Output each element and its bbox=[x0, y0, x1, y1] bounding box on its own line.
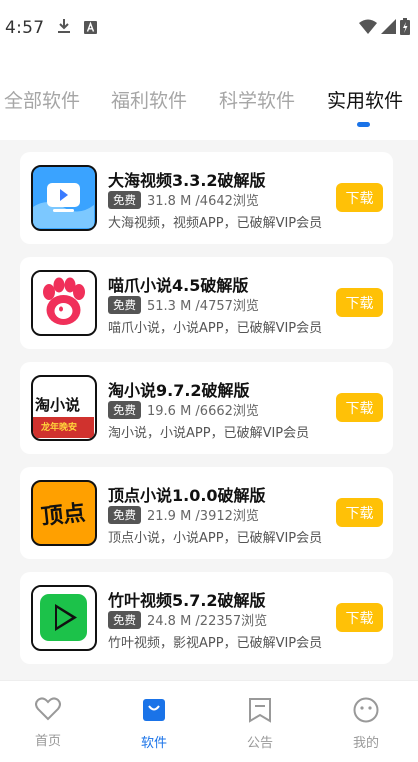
app-meta-row: 免费 31.8 M /4642浏览 bbox=[108, 190, 259, 209]
app-meta-row: 免费 24.8 M /22357浏览 bbox=[108, 610, 267, 629]
app-name: 喵爪小说4.5破解版 bbox=[108, 276, 249, 295]
icon-subtitle-text: 龙年晚安 bbox=[41, 423, 78, 433]
cat-paw-icon bbox=[31, 270, 97, 336]
category-tabs: 全部软件 福利软件 科学软件 实用软件 bbox=[0, 56, 418, 140]
status-time: 4:57 bbox=[5, 18, 45, 38]
app-description: 顶点小说，小说APP，已破解VIP会员 bbox=[108, 531, 323, 546]
nav-item-announcement[interactable]: 公告 bbox=[230, 697, 290, 751]
nav-item-home[interactable]: 首页 bbox=[18, 697, 78, 749]
app-name: 淘小说9.7.2破解版 bbox=[108, 381, 250, 400]
nav-label: 软件 bbox=[140, 736, 167, 751]
list-item[interactable]: 大海视频3.3.2破解版 免费 31.8 M /4642浏览 大海视频，视频AP… bbox=[20, 152, 393, 244]
nav-label: 我的 bbox=[352, 736, 379, 751]
list-item[interactable]: 顶点 顶点小说1.0.0破解版 免费 21.9 M /3912浏览 顶点小说，小… bbox=[20, 467, 393, 559]
download-button[interactable]: 下载 bbox=[336, 603, 383, 632]
list-item[interactable]: 竹叶视频5.7.2破解版 免费 24.8 M /22357浏览 竹叶视频，影视A… bbox=[20, 572, 393, 664]
app-meta-row: 免费 19.6 M /6662浏览 bbox=[108, 400, 259, 419]
free-badge: 免费 bbox=[108, 505, 141, 524]
app-meta-row: 免费 21.9 M /3912浏览 bbox=[108, 505, 259, 524]
nav-item-mine[interactable]: 我的 bbox=[336, 697, 396, 751]
tab-science-software[interactable]: 科学软件 bbox=[219, 86, 295, 113]
bottom-navigation: 首页 软件 公告 我的 bbox=[0, 680, 418, 762]
download-button[interactable]: 下载 bbox=[336, 498, 383, 527]
app-description: 喵爪小说，小说APP，已破解VIP会员 bbox=[108, 321, 323, 336]
list-item[interactable]: 喵爪小说4.5破解版 免费 51.3 M /4757浏览 喵爪小说，小说APP，… bbox=[20, 257, 393, 349]
download-icon bbox=[57, 18, 71, 38]
bag-icon bbox=[141, 697, 167, 727]
app-description: 淘小说，小说APP，已破解VIP会员 bbox=[108, 426, 310, 441]
nav-label: 首页 bbox=[34, 734, 61, 749]
nav-label: 公告 bbox=[246, 736, 273, 751]
list-item[interactable]: 淘小说 龙年晚安 淘小说9.7.2破解版 免费 19.6 M /6662浏览 淘… bbox=[20, 362, 393, 454]
video-play-icon bbox=[31, 165, 97, 231]
tab-welfare-software[interactable]: 福利软件 bbox=[111, 86, 187, 113]
free-badge: 免费 bbox=[108, 190, 141, 209]
app-size-views: 21.9 M /3912浏览 bbox=[147, 509, 259, 524]
heart-icon bbox=[35, 697, 61, 725]
active-tab-indicator bbox=[357, 122, 370, 127]
app-description: 大海视频，视频APP，已破解VIP会员 bbox=[108, 216, 323, 231]
notification-a-icon bbox=[84, 19, 98, 38]
free-badge: 免费 bbox=[108, 295, 141, 314]
app-name: 竹叶视频5.7.2破解版 bbox=[108, 591, 266, 610]
tab-utility-software[interactable]: 实用软件 bbox=[327, 86, 403, 113]
app-size-views: 19.6 M /6662浏览 bbox=[147, 404, 259, 419]
battery-icon bbox=[400, 17, 410, 39]
free-badge: 免费 bbox=[108, 610, 141, 629]
green-play-icon bbox=[31, 585, 97, 651]
download-button[interactable]: 下载 bbox=[336, 393, 383, 422]
tao-novel-icon: 淘小说 龙年晚安 bbox=[31, 375, 97, 441]
signal-icon bbox=[381, 18, 396, 38]
nav-item-software[interactable]: 软件 bbox=[124, 697, 184, 751]
smile-icon bbox=[353, 697, 379, 727]
app-size-views: 24.8 M /22357浏览 bbox=[147, 614, 268, 629]
app-list: 大海视频3.3.2破解版 免费 31.8 M /4642浏览 大海视频，视频AP… bbox=[0, 140, 418, 680]
app-name: 大海视频3.3.2破解版 bbox=[108, 171, 266, 190]
app-meta-row: 免费 51.3 M /4757浏览 bbox=[108, 295, 259, 314]
dingdian-icon: 顶点 bbox=[31, 480, 97, 546]
app-size-views: 31.8 M /4642浏览 bbox=[147, 194, 259, 209]
status-bar: 4:57 bbox=[0, 0, 418, 56]
download-button[interactable]: 下载 bbox=[336, 183, 383, 212]
app-description: 竹叶视频，影视APP，已破解VIP会员 bbox=[108, 636, 323, 651]
bookmark-icon bbox=[248, 697, 272, 727]
icon-title-text: 淘小说 bbox=[35, 396, 81, 414]
icon-title-text: 顶点 bbox=[40, 499, 87, 530]
tab-all-software[interactable]: 全部软件 bbox=[4, 86, 80, 113]
download-button[interactable]: 下载 bbox=[336, 288, 383, 317]
app-size-views: 51.3 M /4757浏览 bbox=[147, 299, 259, 314]
free-badge: 免费 bbox=[108, 400, 141, 419]
wifi-icon bbox=[359, 19, 377, 38]
app-name: 顶点小说1.0.0破解版 bbox=[108, 486, 266, 505]
